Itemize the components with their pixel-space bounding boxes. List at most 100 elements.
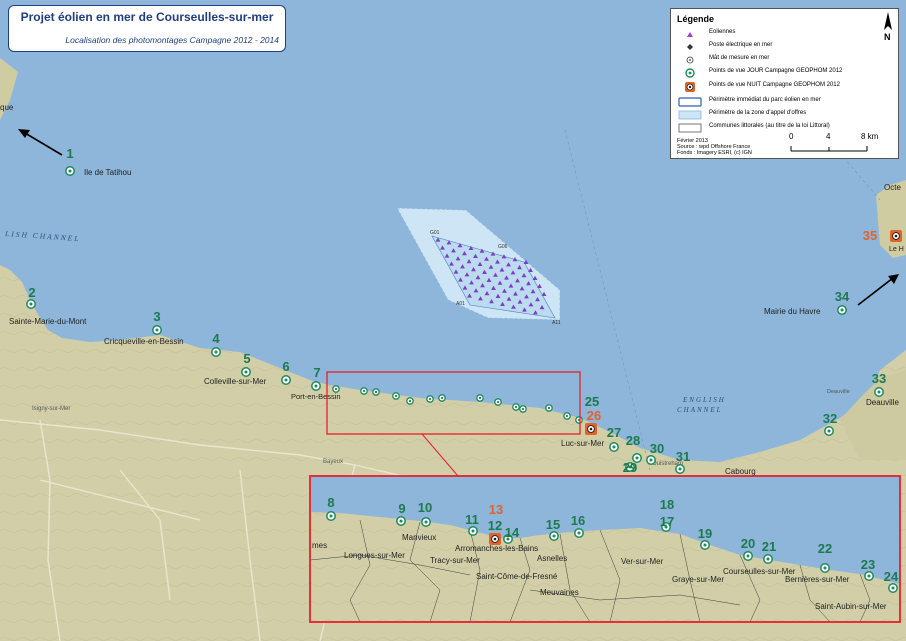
farm-label: G06 — [498, 244, 508, 250]
viewpoint-number: 34 — [835, 289, 850, 304]
viewpoint-number: 9 — [398, 501, 405, 516]
night-viewpoint-marker[interactable] — [489, 533, 501, 545]
inset-map: Longues-sur-Mer Manvieux Tracy-sur-Mer A… — [309, 475, 901, 623]
day-viewpoint-marker[interactable] — [241, 367, 251, 377]
viewpoint-number: 26 — [587, 408, 601, 423]
viewpoint-center — [478, 396, 482, 400]
day-viewpoint-marker[interactable] — [152, 325, 162, 335]
farm-label: G01 — [430, 230, 440, 236]
viewpoint-center — [334, 387, 338, 391]
viewpoint-center — [496, 400, 500, 404]
legend-item: Eoliennes — [671, 28, 871, 40]
viewpoint-number: 31 — [676, 449, 690, 464]
inset-place-label: Saint-Côme-de-Fresné — [476, 572, 558, 581]
viewpoint-number: 25 — [585, 394, 599, 409]
night-point-icon — [685, 82, 695, 92]
legend: Légende Eoliennes Poste électrique en me… — [670, 8, 899, 159]
sea-label: ENGLISH — [682, 396, 726, 404]
legend-label: Périmètre de la zone d'appel d'offres — [709, 110, 807, 116]
viewpoint-number: 2 — [28, 285, 35, 300]
viewpoint-center — [565, 414, 569, 418]
viewpoint-center — [408, 399, 412, 403]
legend-item: Poste électrique en mer — [671, 41, 871, 53]
day-viewpoint-marker[interactable] — [824, 426, 834, 436]
inset-place-label: Manvieux — [402, 533, 436, 542]
day-viewpoint-marker[interactable] — [864, 571, 874, 581]
perimeter-icon — [678, 97, 702, 107]
place-label: que — [0, 103, 14, 112]
place-label: Deauville — [827, 389, 850, 395]
inset-place-label: Graye-sur-Mer — [672, 575, 724, 584]
viewpoint-number: 3 — [153, 309, 160, 324]
farm-label: A11 — [552, 320, 561, 326]
day-viewpoint-marker[interactable] — [743, 551, 753, 561]
place-label: Isigny-sur-Mer — [32, 406, 70, 412]
day-viewpoint-marker[interactable] — [646, 455, 656, 465]
day-viewpoint-marker[interactable] — [874, 387, 884, 397]
day-viewpoint-marker[interactable] — [26, 299, 36, 309]
legend-label: Poste électrique en mer — [709, 42, 773, 48]
day-viewpoint-marker[interactable] — [837, 305, 847, 315]
viewpoint-center — [374, 390, 378, 394]
legend-label: Périmètre immédiat du parc éolien en mer — [709, 97, 821, 103]
day-viewpoint-marker[interactable] — [675, 464, 685, 474]
legend-item: Périmètre immédiat du parc éolien en mer — [671, 96, 871, 108]
viewpoint-number: 28 — [626, 433, 640, 448]
day-viewpoint-marker[interactable] — [609, 442, 619, 452]
day-viewpoint-marker[interactable] — [421, 517, 431, 527]
night-viewpoint-marker[interactable] — [585, 423, 597, 435]
day-viewpoint-marker[interactable] — [468, 526, 478, 536]
map-subtitle: Localisation des photomontages Campagne … — [65, 35, 279, 45]
viewpoint-number: 14 — [505, 525, 520, 540]
viewpoint-number: 10 — [418, 500, 432, 515]
day-point-icon — [685, 68, 695, 78]
viewpoint-number: 5 — [243, 351, 250, 366]
mast-icon — [686, 56, 694, 64]
viewpoint-number: 4 — [212, 331, 220, 346]
viewpoint-number: 24 — [884, 569, 899, 584]
day-viewpoint-marker[interactable] — [311, 381, 321, 391]
viewpoint-number: 8 — [327, 495, 334, 510]
viewpoint-number: 12 — [488, 518, 502, 533]
viewpoint-center — [362, 389, 366, 393]
day-viewpoint-marker[interactable] — [888, 583, 898, 593]
viewpoint-number: 22 — [818, 541, 832, 556]
viewpoint-number: 35 — [863, 228, 877, 243]
day-viewpoint-marker[interactable] — [396, 516, 406, 526]
viewpoint-center — [394, 394, 398, 398]
viewpoint-number: 20 — [741, 536, 755, 551]
legend-title: Légende — [677, 14, 715, 24]
day-viewpoint-marker[interactable] — [763, 554, 773, 564]
north-label: N — [884, 32, 891, 42]
inset-place-label: Ver-sur-Mer — [621, 557, 664, 566]
day-viewpoint-marker[interactable] — [820, 563, 830, 573]
day-viewpoint-marker[interactable] — [65, 166, 75, 176]
viewpoint-center — [440, 396, 444, 400]
map-title-box: Projet éolien en mer de Courseulles-sur-… — [8, 5, 286, 52]
viewpoint-center — [514, 405, 518, 409]
viewpoint-number: 7 — [313, 365, 320, 380]
viewpoint-number: 15 — [546, 517, 560, 532]
day-viewpoint-marker[interactable] — [326, 511, 336, 521]
communes-icon — [678, 123, 702, 133]
legend-label: Communes littorales (au titre de la loi … — [709, 123, 830, 129]
place-label: Le H — [889, 246, 904, 253]
place-label: Colleville-sur-Mer — [204, 377, 267, 386]
viewpoint-number: 13 — [489, 502, 503, 517]
inset-place-label: Meuvaines — [540, 588, 579, 597]
place-label: Port-en-Bessin — [291, 392, 341, 401]
day-viewpoint-marker[interactable] — [549, 531, 559, 541]
viewpoint-number: 6 — [282, 359, 289, 374]
day-viewpoint-marker[interactable] — [281, 375, 291, 385]
turbine-icon — [687, 32, 693, 37]
place-label: Cricqueville-en-Bessin — [104, 337, 184, 346]
day-viewpoint-marker[interactable] — [700, 540, 710, 550]
day-viewpoint-marker[interactable] — [211, 347, 221, 357]
legend-item: Communes littorales (au titre de la loi … — [671, 122, 871, 134]
night-viewpoint-marker[interactable] — [890, 230, 902, 242]
place-label: Bayeux — [323, 459, 343, 465]
day-viewpoint-marker[interactable] — [574, 528, 584, 538]
substation-icon — [687, 44, 693, 50]
place-label: Mairie du Havre — [764, 307, 821, 316]
legend-item: Points de vue JOUR Campagne GEOPHOM 2012 — [671, 67, 871, 79]
